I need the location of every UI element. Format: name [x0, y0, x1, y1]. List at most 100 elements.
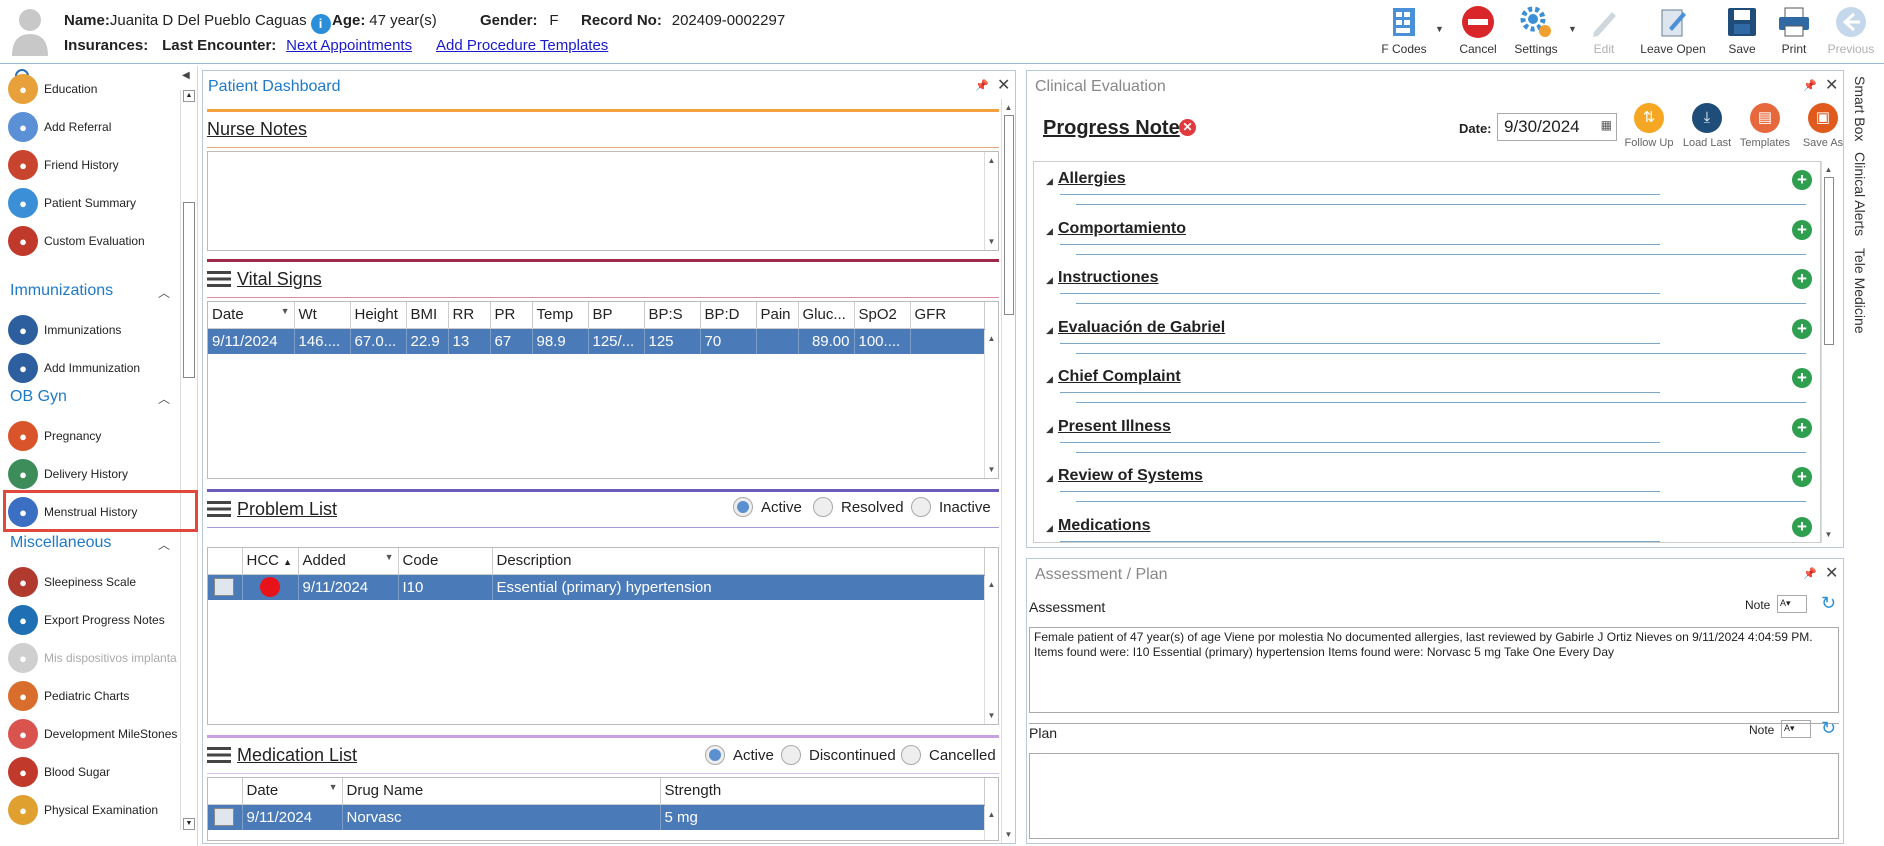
- medication-filter-active[interactable]: Active: [705, 745, 774, 765]
- sidebar-item-sleepiness-scale[interactable]: ● Sleepiness Scale: [8, 564, 180, 600]
- follow-up-button[interactable]: ⇅ Follow Up: [1621, 101, 1677, 149]
- table-row[interactable]: 9/11/2024 I10 Essential (primary) hypert…: [208, 574, 985, 600]
- note-dropdown[interactable]: A▾: [1777, 595, 1807, 613]
- sidebar-item-add-referral[interactable]: ● Add Referral: [8, 109, 180, 145]
- load-last-button[interactable]: ⤓ Load Last: [1679, 101, 1735, 149]
- leave-open-button[interactable]: Leave Open: [1637, 4, 1709, 56]
- sidebar-item-mis-dispositivos-implanta[interactable]: ● Mis dispositivos implanta: [8, 640, 180, 676]
- dashboard-scrollbar[interactable]: ▲ ▼: [1001, 99, 1015, 843]
- section-obgyn[interactable]: OB Gyn ︿: [10, 388, 170, 406]
- save-as-button[interactable]: ▣ Save As: [1795, 101, 1851, 149]
- pin-icon[interactable]: 📌: [1803, 79, 1817, 92]
- column-header[interactable]: Code: [398, 548, 493, 575]
- column-header[interactable]: SpO2: [854, 302, 911, 329]
- nurse-notes-textarea[interactable]: ▲ ▼: [207, 151, 999, 251]
- sidebar-item-physical-examination[interactable]: ● Physical Examination: [8, 792, 180, 828]
- expand-triangle-icon[interactable]: ◢: [1046, 473, 1053, 484]
- problem-filter-resolved[interactable]: Resolved: [813, 497, 904, 517]
- add-icon[interactable]: +: [1792, 170, 1812, 190]
- assessment-textarea[interactable]: Female patient of 47 year(s) of age Vien…: [1029, 627, 1839, 713]
- menu-icon[interactable]: [207, 747, 231, 763]
- sidebar-scrollbar[interactable]: ▲ ▼: [180, 90, 196, 830]
- add-icon[interactable]: +: [1792, 269, 1812, 289]
- column-header[interactable]: Temp: [532, 302, 589, 329]
- add-icon[interactable]: +: [1792, 368, 1812, 388]
- row-checkbox[interactable]: [208, 804, 243, 830]
- section-immunizations[interactable]: Immunizations ︿: [10, 282, 170, 300]
- table-row[interactable]: 9/11/2024 146.... 67.0... 22.9 13 67 98.9 125/.…: [208, 328, 985, 354]
- section-miscellaneous[interactable]: Miscellaneous ︿: [10, 534, 170, 552]
- column-header[interactable]: PR: [490, 302, 533, 329]
- filter-dropdown-icon[interactable]: ▼: [329, 782, 338, 792]
- sidebar-item-pediatric-charts[interactable]: ● Pediatric Charts: [8, 678, 180, 714]
- previous-button[interactable]: Previous: [1826, 4, 1876, 56]
- menu-icon[interactable]: [207, 501, 231, 517]
- expand-triangle-icon[interactable]: ◢: [1046, 226, 1053, 237]
- medication-filter-discontinued[interactable]: Discontinued: [781, 745, 896, 765]
- sidebar-item-blood-sugar[interactable]: ● Blood Sugar: [8, 754, 180, 790]
- close-icon[interactable]: ✕: [1825, 563, 1838, 583]
- tab-clinical-alerts[interactable]: Clinical Alerts: [1852, 152, 1868, 236]
- column-header[interactable]: RR: [448, 302, 491, 329]
- pin-icon[interactable]: 📌: [975, 79, 989, 92]
- settings-button[interactable]: Settings: [1512, 4, 1560, 56]
- filter-dropdown-icon[interactable]: ▼: [281, 306, 290, 316]
- sidebar-item-pregnancy[interactable]: ● Pregnancy: [8, 418, 180, 454]
- settings-dropdown-icon[interactable]: ▼: [1568, 24, 1577, 34]
- section-review-of-systems[interactable]: ◢ Review of Systems +: [1046, 467, 1816, 507]
- add-icon[interactable]: +: [1792, 417, 1812, 438]
- section-instructiones[interactable]: ◢ Instructiones +: [1046, 269, 1816, 309]
- filter-dropdown-icon[interactable]: ▼: [385, 552, 394, 562]
- close-icon[interactable]: ✕: [997, 75, 1010, 95]
- pin-icon[interactable]: 📌: [1803, 567, 1817, 580]
- info-icon[interactable]: i: [310, 14, 331, 34]
- sidebar-item-custom-evaluation[interactable]: ● Custom Evaluation: [8, 223, 180, 259]
- section-allergies[interactable]: ◢ Allergies +: [1046, 170, 1816, 210]
- section-present-illness[interactable]: ◢ Present Illness +: [1046, 417, 1816, 458]
- sidebar-item-patient-summary[interactable]: ● Patient Summary: [8, 185, 180, 221]
- refresh-icon[interactable]: ↻: [1821, 593, 1836, 614]
- expand-triangle-icon[interactable]: ◢: [1046, 424, 1053, 435]
- column-header[interactable]: HCC ▲: [242, 548, 299, 575]
- add-icon[interactable]: +: [1792, 467, 1812, 487]
- tab-tele-medicine[interactable]: Tele Medicine: [1852, 248, 1868, 334]
- section-chief-complaint[interactable]: ◢ Chief Complaint +: [1046, 368, 1816, 408]
- column-header[interactable]: Added ▼: [298, 548, 399, 575]
- section-evaluaci-n-de-gabriel[interactable]: ◢ Evaluación de Gabriel +: [1046, 318, 1816, 359]
- sidebar-item-export-progress-notes[interactable]: ● Export Progress Notes: [8, 602, 180, 638]
- sidebar-item-add-immunization[interactable]: ● Add Immunization: [8, 350, 180, 386]
- save-button[interactable]: Save: [1722, 4, 1762, 56]
- column-header[interactable]: Drug Name: [342, 778, 661, 805]
- calendar-icon[interactable]: ▦: [1601, 118, 1612, 132]
- expand-triangle-icon[interactable]: ◢: [1046, 374, 1053, 385]
- add-procedure-templates-link[interactable]: Add Procedure Templates: [436, 37, 608, 54]
- medication-filter-cancelled[interactable]: Cancelled: [901, 745, 996, 765]
- column-header[interactable]: BP:S: [644, 302, 701, 329]
- sidebar-item-development-milestones[interactable]: ● Development MileStones: [8, 716, 180, 752]
- column-header[interactable]: Date ▼: [208, 302, 295, 329]
- section-comportamiento[interactable]: ◢ Comportamiento +: [1046, 219, 1816, 260]
- templates-button[interactable]: ▤ Templates: [1737, 101, 1793, 149]
- collapse-sidebar-icon[interactable]: ◀: [182, 70, 190, 81]
- column-header[interactable]: Date ▼: [242, 778, 343, 805]
- sidebar-item-friend-history[interactable]: ● Friend History: [8, 147, 180, 183]
- expand-triangle-icon[interactable]: ◢: [1046, 523, 1053, 534]
- expand-triangle-icon[interactable]: ◢: [1046, 325, 1053, 336]
- note-dropdown[interactable]: A▾: [1781, 720, 1811, 738]
- problem-filter-active[interactable]: Active: [733, 497, 802, 517]
- plan-textarea[interactable]: [1029, 753, 1839, 839]
- chevron-up-icon[interactable]: ︿: [158, 390, 170, 407]
- expand-triangle-icon[interactable]: ◢: [1046, 176, 1053, 187]
- add-icon[interactable]: +: [1792, 318, 1812, 339]
- cancel-button[interactable]: Cancel: [1456, 4, 1500, 56]
- column-header[interactable]: Height: [350, 302, 407, 329]
- add-icon[interactable]: +: [1792, 219, 1812, 240]
- column-header[interactable]: Description: [492, 548, 985, 575]
- remove-note-icon[interactable]: ✕: [1179, 119, 1196, 136]
- expand-triangle-icon[interactable]: ◢: [1046, 275, 1053, 286]
- column-header[interactable]: BP: [588, 302, 645, 329]
- column-header[interactable]: GFR: [910, 302, 985, 329]
- fcodes-dropdown-icon[interactable]: ▼: [1435, 24, 1444, 34]
- add-icon[interactable]: +: [1792, 516, 1812, 537]
- column-header[interactable]: Wt: [294, 302, 351, 329]
